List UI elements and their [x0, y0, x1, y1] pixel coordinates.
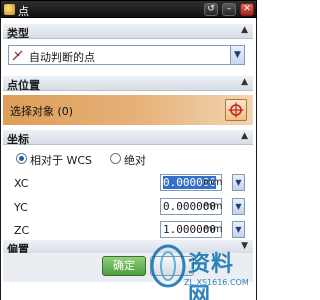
section-label-point-location: 点位置: [7, 79, 40, 92]
radio-absolute[interactable]: [110, 153, 121, 164]
zc-unit: mm: [203, 224, 223, 235]
section-label-type: 类型: [7, 27, 29, 40]
app-icon: [4, 4, 15, 15]
type-select[interactable]: 自动判断的点 ▼: [8, 45, 245, 65]
select-object-label: 选择对象 (0): [10, 105, 74, 118]
watermark-url: ZL.XS1616.COM: [184, 278, 249, 287]
window-title: 点: [18, 5, 29, 18]
collapse-arrow-icon: ▲: [241, 77, 248, 87]
minimize-button[interactable]: –: [222, 3, 236, 16]
section-label-coordinates: 坐标: [7, 133, 29, 146]
watermark: 资料网 ZL.XS1616.COM: [150, 236, 255, 300]
close-button[interactable]: ✕: [240, 3, 254, 16]
reset-button[interactable]: ↺: [204, 3, 218, 16]
crosshair-target-icon: [228, 102, 244, 118]
point-dialog-button[interactable]: [225, 99, 247, 121]
collapse-arrow-icon: ▲: [241, 131, 248, 141]
yc-options-button[interactable]: ▼: [232, 198, 245, 215]
yc-label: YC: [14, 201, 28, 214]
select-object-row[interactable]: 选择对象 (0): [3, 95, 253, 125]
collapse-arrow-icon: ▲: [241, 25, 248, 35]
section-header-coordinates[interactable]: 坐标 ▲: [3, 130, 253, 146]
xc-label: XC: [14, 177, 29, 190]
yc-unit: mm: [203, 201, 223, 212]
section-header-type[interactable]: 类型 ▲: [3, 24, 253, 40]
radio-label-relative-wcs: 相对于 WCS: [30, 154, 93, 167]
window-titlebar: 点 ↺ – ✕: [0, 0, 257, 18]
zc-label: ZC: [14, 224, 30, 237]
xc-options-button[interactable]: ▼: [232, 174, 245, 191]
xc-unit: mm: [203, 177, 223, 188]
chevron-down-icon[interactable]: ▼: [230, 46, 244, 64]
ok-button[interactable]: 确定: [102, 256, 146, 276]
radio-relative-wcs[interactable]: [16, 153, 27, 164]
radio-label-absolute: 绝对: [124, 154, 146, 167]
watermark-text: 资料网: [188, 252, 235, 300]
section-header-point-location[interactable]: 点位置 ▲: [3, 76, 253, 92]
snap-point-icon: [12, 49, 25, 61]
type-select-value: 自动判断的点: [29, 51, 95, 64]
